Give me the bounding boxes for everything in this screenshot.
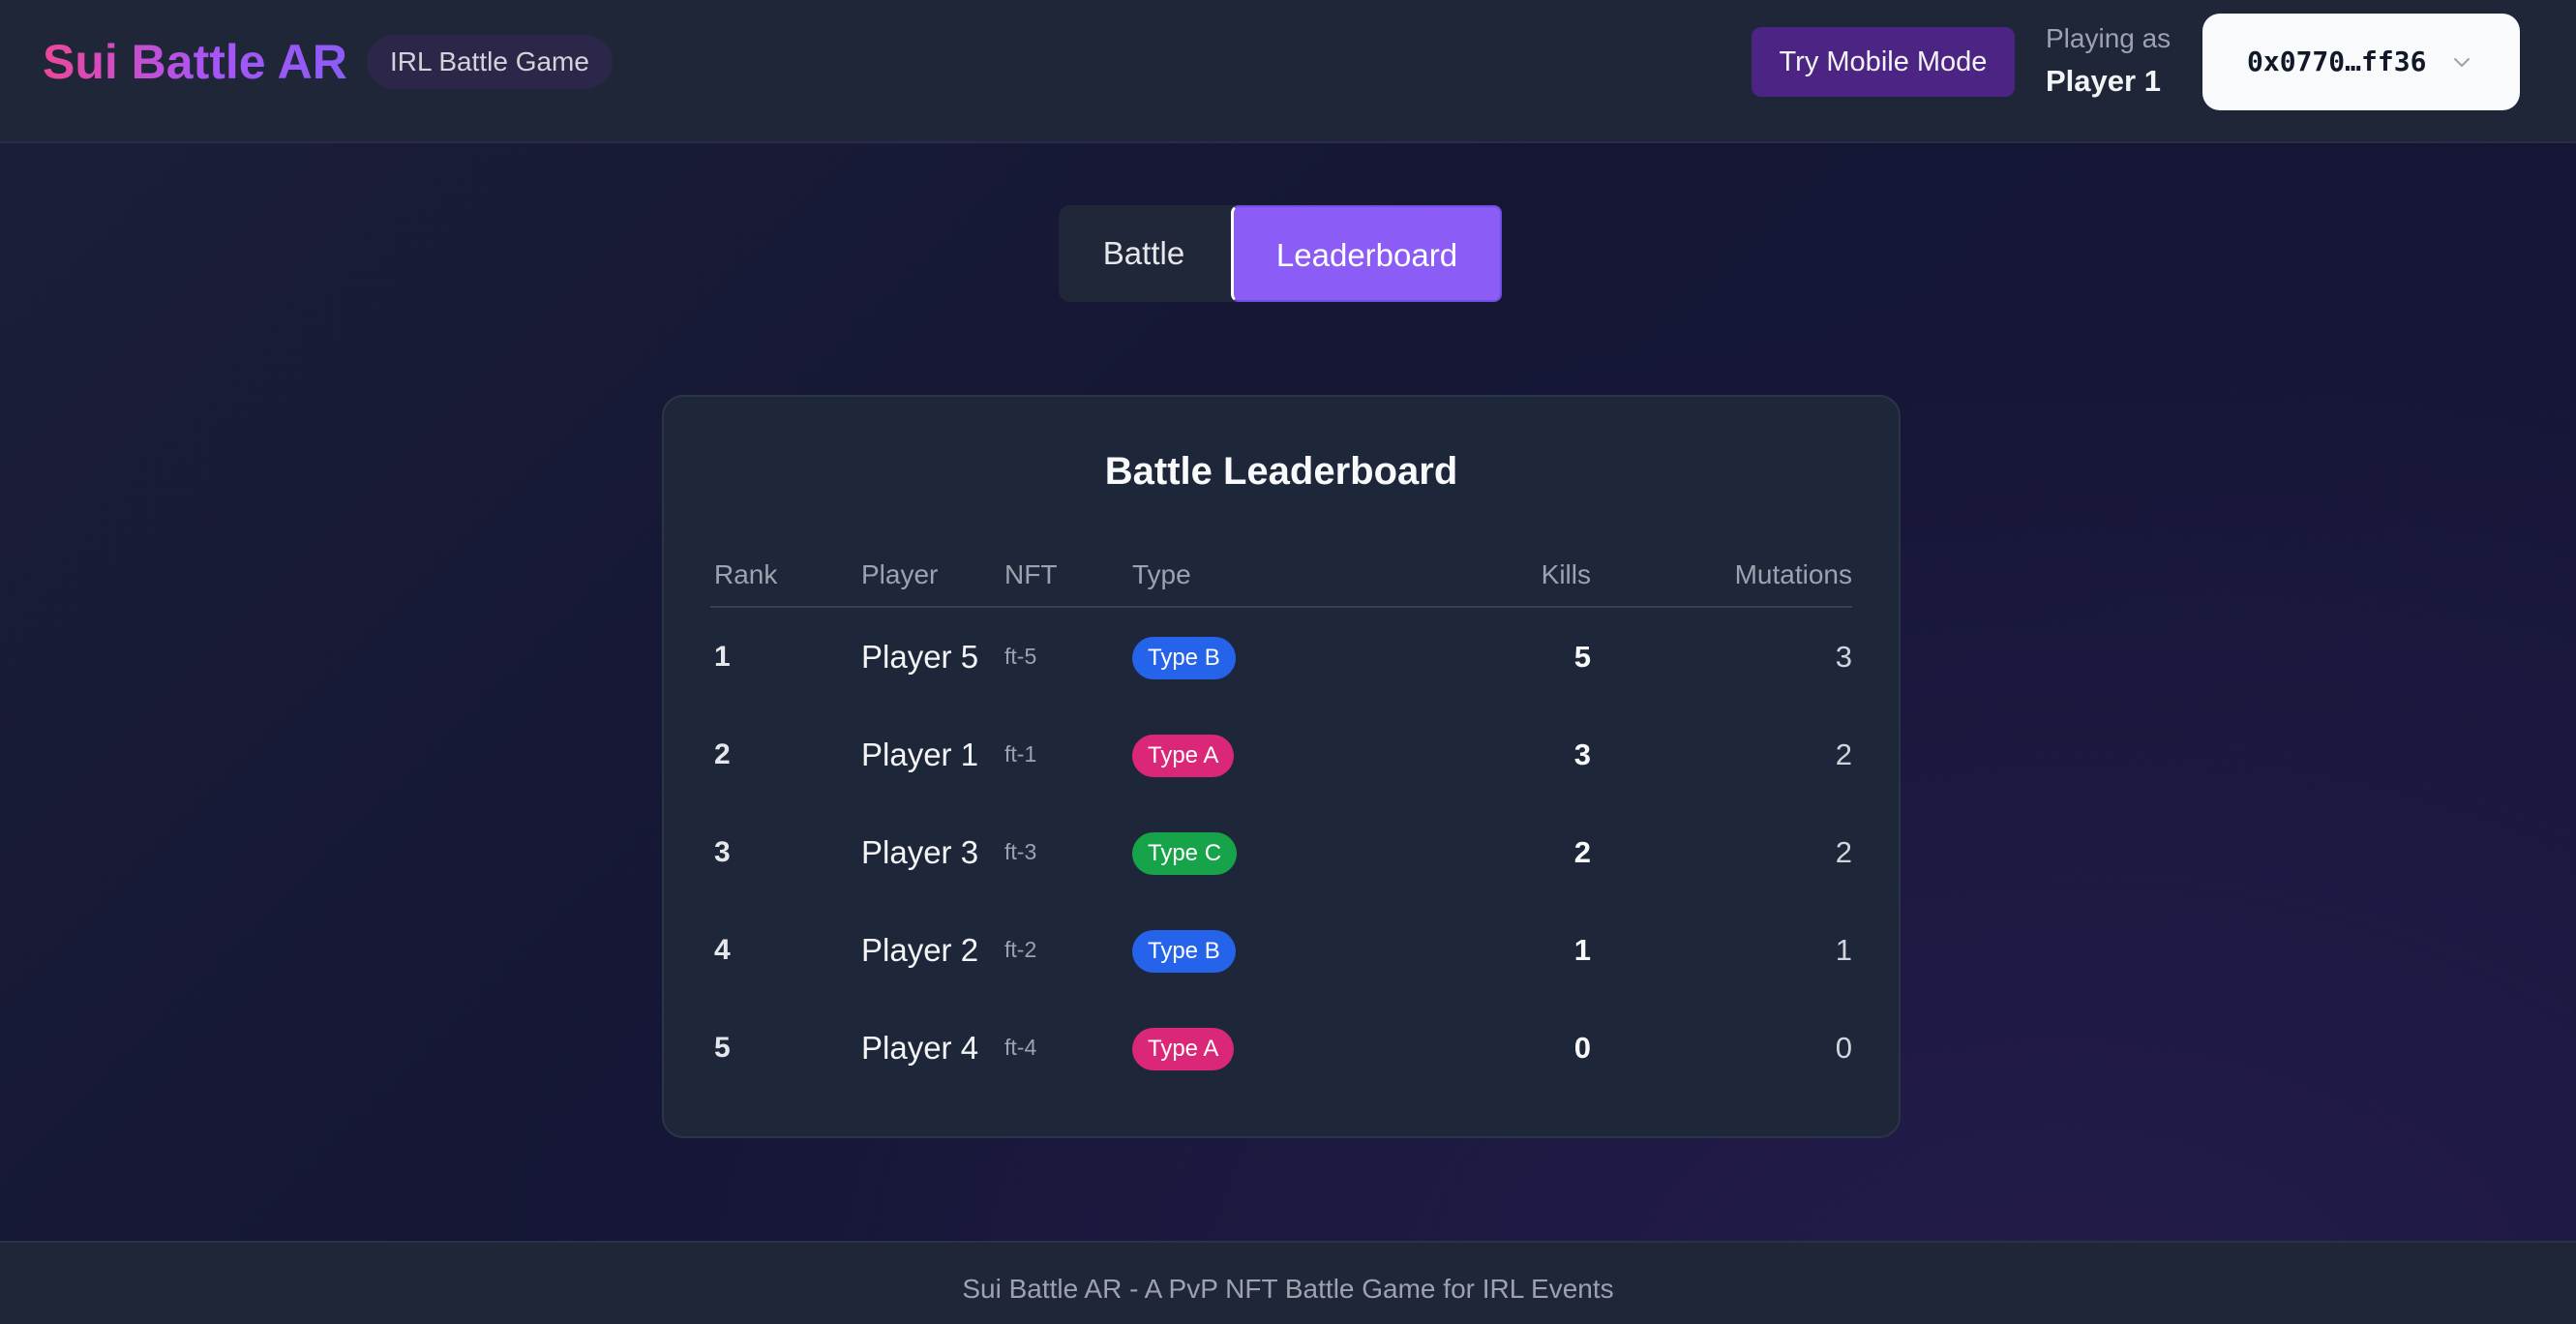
wallet-address: 0x0770…ff36 bbox=[2247, 45, 2427, 77]
type-badge: Type B bbox=[1132, 637, 1236, 679]
table-row: 4 Player 2 ft-2 Type B 1 1 bbox=[710, 901, 1852, 999]
type-badge: Type A bbox=[1132, 735, 1235, 777]
column-header-nft: NFT bbox=[1004, 559, 1058, 589]
nft-cell: ft-2 bbox=[1004, 937, 1037, 962]
rank-cell: 1 bbox=[714, 641, 731, 673]
kills-cell: 3 bbox=[1573, 737, 1591, 771]
mutations-cell: 2 bbox=[1835, 737, 1852, 771]
table-row: 3 Player 3 ft-3 Type C 2 2 bbox=[710, 803, 1852, 901]
brand-logo[interactable]: Sui Battle AR bbox=[43, 33, 347, 91]
nft-cell: ft-4 bbox=[1004, 1035, 1037, 1060]
table-row: 2 Player 1 ft-1 Type A 3 2 bbox=[710, 706, 1852, 803]
nft-cell: ft-5 bbox=[1004, 644, 1037, 669]
rank-cell: 4 bbox=[714, 934, 731, 966]
player-cell: Player 3 bbox=[861, 834, 979, 870]
column-header-rank: Rank bbox=[714, 559, 778, 589]
column-header-type: Type bbox=[1132, 559, 1191, 589]
table-row: 5 Player 4 ft-4 Type A 0 0 bbox=[710, 999, 1852, 1097]
type-badge: Type B bbox=[1132, 930, 1236, 973]
player-cell: Player 5 bbox=[861, 639, 979, 675]
rank-cell: 3 bbox=[714, 836, 731, 868]
leaderboard-title: Battle Leaderboard bbox=[1104, 450, 1458, 493]
nft-cell: ft-3 bbox=[1004, 839, 1037, 864]
column-header-mutations: Mutations bbox=[1734, 559, 1852, 589]
chevron-down-icon bbox=[2454, 58, 2470, 67]
type-badge: Type C bbox=[1132, 832, 1238, 875]
mutations-cell: 3 bbox=[1835, 640, 1852, 674]
rank-cell: 5 bbox=[714, 1032, 731, 1064]
wallet-connect-button[interactable]: 0x0770…ff36 bbox=[2202, 14, 2520, 110]
player-cell: Player 4 bbox=[861, 1030, 979, 1066]
kills-cell: 0 bbox=[1573, 1031, 1591, 1065]
current-player-name: Player 1 bbox=[2046, 64, 2161, 98]
kills-cell: 5 bbox=[1573, 640, 1591, 674]
mutations-cell: 0 bbox=[1835, 1031, 1852, 1065]
table-header: Rank Player NFT Type Kills Mutations bbox=[710, 548, 1852, 608]
nft-cell: ft-1 bbox=[1004, 741, 1037, 767]
footer-text: Sui Battle AR - A PvP NFT Battle Game fo… bbox=[962, 1274, 1614, 1304]
view-tabs: Battle Leaderboard bbox=[1059, 205, 1502, 302]
app-footer: Sui Battle AR - A PvP NFT Battle Game fo… bbox=[0, 1241, 2576, 1324]
try-mobile-mode-button[interactable]: Try Mobile Mode bbox=[1752, 27, 2015, 97]
type-badge: Type A bbox=[1132, 1028, 1235, 1070]
leaderboard-card: Battle Leaderboard Rank Player NFT Type … bbox=[662, 395, 1901, 1138]
kills-cell: 1 bbox=[1573, 933, 1591, 967]
column-header-kills: Kills bbox=[1541, 559, 1591, 589]
app-header: Sui Battle AR IRL Battle Game Try Mobile… bbox=[0, 0, 2576, 143]
tab-battle[interactable]: Battle bbox=[1059, 205, 1229, 302]
rank-cell: 2 bbox=[714, 738, 731, 770]
player-cell: Player 2 bbox=[861, 932, 979, 968]
playing-as-label: Playing as bbox=[2046, 23, 2172, 53]
kills-cell: 2 bbox=[1573, 835, 1591, 869]
tab-leaderboard[interactable]: Leaderboard bbox=[1231, 205, 1502, 302]
game-tag-badge: IRL Battle Game bbox=[367, 35, 613, 89]
column-header-player: Player bbox=[861, 559, 939, 589]
player-cell: Player 1 bbox=[861, 737, 979, 772]
mutations-cell: 1 bbox=[1835, 933, 1852, 967]
mutations-cell: 2 bbox=[1835, 835, 1852, 869]
table-row: 1 Player 5 ft-5 Type B 5 3 bbox=[710, 608, 1852, 706]
